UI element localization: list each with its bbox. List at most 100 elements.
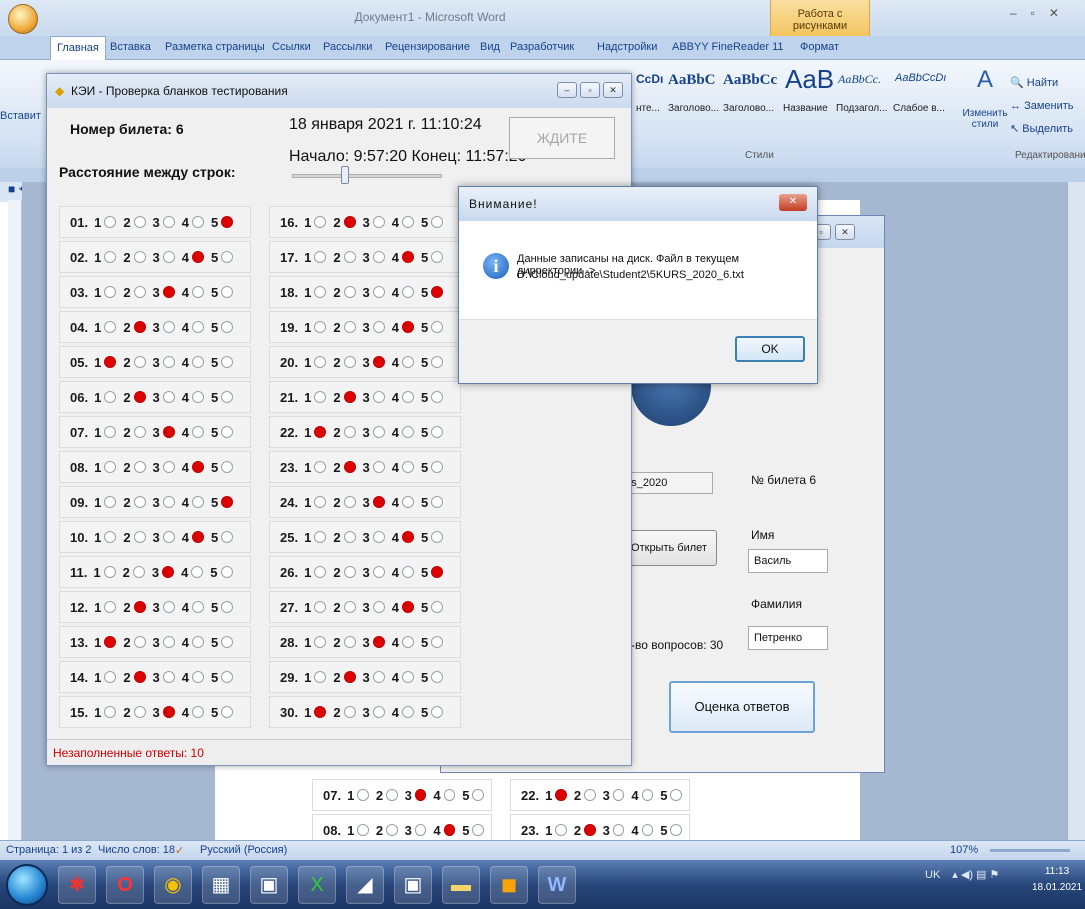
- word-icon[interactable]: W: [538, 866, 576, 904]
- answer-radio[interactable]: [402, 461, 415, 473]
- window-app-icon[interactable]: ▣: [250, 866, 288, 904]
- app-icon-1[interactable]: ✱: [58, 866, 96, 904]
- answer-radio[interactable]: [472, 789, 484, 801]
- answer-radio[interactable]: [343, 321, 356, 333]
- zoom-level[interactable]: 107%: [950, 844, 978, 856]
- tab-abbyy[interactable]: ABBYY FineReader 11: [672, 41, 784, 53]
- word-count[interactable]: Число слов: 18: [98, 844, 175, 856]
- zoom-slider[interactable]: [990, 849, 1070, 852]
- answer-radio[interactable]: [372, 251, 385, 263]
- answer-radio[interactable]: [431, 251, 444, 263]
- answer-radio[interactable]: [314, 566, 327, 578]
- answer-radio[interactable]: [133, 391, 146, 403]
- answer-radio[interactable]: [162, 426, 175, 438]
- answer-radio[interactable]: [443, 824, 456, 836]
- answer-radio[interactable]: [192, 356, 205, 368]
- answer-radio[interactable]: [162, 356, 175, 368]
- answer-radio[interactable]: [221, 706, 234, 718]
- style-title[interactable]: AaB: [785, 64, 834, 95]
- answer-radio[interactable]: [431, 706, 444, 718]
- answer-radio[interactable]: [162, 636, 175, 648]
- answer-radio[interactable]: [221, 321, 234, 333]
- maximize-button[interactable]: ▫: [580, 82, 600, 98]
- vertical-scrollbar[interactable]: [1067, 182, 1085, 840]
- language[interactable]: Русский (Россия): [200, 844, 287, 856]
- answer-radio[interactable]: [104, 286, 117, 298]
- answer-radio[interactable]: [104, 636, 117, 648]
- answer-radio[interactable]: [402, 216, 415, 228]
- paste-button[interactable]: Вставит: [0, 72, 41, 142]
- answer-radio[interactable]: [133, 706, 146, 718]
- replace-button[interactable]: ↔ Заменить: [1010, 95, 1085, 118]
- answer-radio[interactable]: [372, 461, 385, 473]
- language-indicator[interactable]: UK: [925, 869, 940, 881]
- answer-radio[interactable]: [343, 356, 356, 368]
- answer-radio[interactable]: [133, 601, 146, 613]
- answer-radio[interactable]: [221, 671, 234, 683]
- answer-radio[interactable]: [133, 251, 146, 263]
- answer-radio[interactable]: [670, 789, 682, 801]
- answer-radio[interactable]: [343, 601, 356, 613]
- answer-radio[interactable]: [192, 671, 205, 683]
- slider-thumb[interactable]: [340, 166, 349, 184]
- answer-radio[interactable]: [443, 789, 456, 801]
- answer-radio[interactable]: [192, 531, 205, 543]
- answer-radio[interactable]: [162, 706, 175, 718]
- answer-radio[interactable]: [641, 824, 654, 836]
- answer-radio[interactable]: [431, 566, 444, 578]
- answer-radio[interactable]: [221, 251, 234, 263]
- answer-radio[interactable]: [431, 356, 444, 368]
- answer-radio[interactable]: [192, 496, 205, 508]
- answer-radio[interactable]: [104, 216, 117, 228]
- answer-radio[interactable]: [221, 496, 234, 508]
- answer-radio[interactable]: [402, 286, 415, 298]
- answer-radio[interactable]: [402, 356, 415, 368]
- opera-icon[interactable]: O: [106, 866, 144, 904]
- answer-radio[interactable]: [192, 251, 205, 263]
- chrome-icon[interactable]: ◉: [154, 866, 192, 904]
- answer-radio[interactable]: [372, 426, 385, 438]
- tab-mailings[interactable]: Рассылки: [323, 41, 372, 53]
- answer-radio[interactable]: [402, 496, 415, 508]
- answer-radio[interactable]: [555, 789, 567, 801]
- answer-radio[interactable]: [431, 216, 444, 228]
- answer-radio[interactable]: [402, 391, 415, 403]
- answer-radio[interactable]: [343, 251, 356, 263]
- open-ticket-button[interactable]: Открыть билет: [621, 530, 717, 566]
- answer-radio[interactable]: [162, 321, 175, 333]
- answer-radio[interactable]: [221, 391, 234, 403]
- calculator-icon[interactable]: ▦: [202, 866, 240, 904]
- folder-icon[interactable]: ▬: [442, 866, 480, 904]
- answer-radio[interactable]: [162, 461, 175, 473]
- answer-radio[interactable]: [414, 789, 427, 801]
- tab-page-layout[interactable]: Разметка страницы: [165, 41, 265, 53]
- style-heading1[interactable]: AaBbC: [668, 72, 716, 89]
- tray-icons[interactable]: ▴ ◀) ▤ ⚑: [952, 869, 999, 881]
- answer-radio[interactable]: [191, 566, 204, 578]
- answer-radio[interactable]: [641, 789, 654, 801]
- answer-radio[interactable]: [133, 426, 146, 438]
- answer-radio[interactable]: [431, 671, 444, 683]
- answer-radio[interactable]: [221, 531, 234, 543]
- answer-radio[interactable]: [372, 496, 385, 508]
- answer-radio[interactable]: [431, 531, 444, 543]
- answer-radio[interactable]: [221, 461, 234, 473]
- tab-home[interactable]: Главная: [50, 36, 106, 60]
- answer-radio[interactable]: [314, 496, 327, 508]
- answer-radio[interactable]: [104, 321, 117, 333]
- answer-radio[interactable]: [192, 321, 205, 333]
- answer-radio[interactable]: [314, 461, 327, 473]
- answer-radio[interactable]: [402, 706, 415, 718]
- answer-radio[interactable]: [402, 426, 415, 438]
- answer-radio[interactable]: [314, 321, 327, 333]
- answer-radio[interactable]: [192, 601, 205, 613]
- style-heading2[interactable]: AaBbCc: [723, 72, 777, 89]
- answer-radio[interactable]: [192, 216, 205, 228]
- tab-view[interactable]: Вид: [480, 41, 500, 53]
- answer-radio[interactable]: [402, 636, 415, 648]
- answer-radio[interactable]: [104, 461, 117, 473]
- answer-radio[interactable]: [162, 601, 175, 613]
- spellcheck-icon[interactable]: ✓: [175, 844, 184, 857]
- answer-radio[interactable]: [402, 251, 415, 263]
- answer-radio[interactable]: [192, 461, 205, 473]
